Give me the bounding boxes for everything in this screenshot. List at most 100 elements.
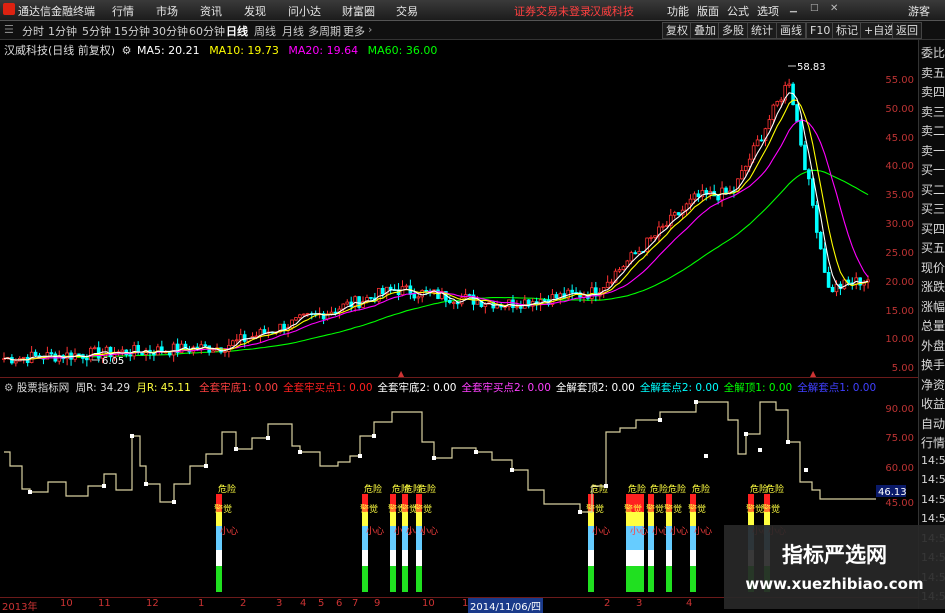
close-icon[interactable]: ✕ [830, 3, 838, 14]
side-panel-item-10[interactable]: 买五 [921, 239, 945, 256]
signal-label-danger: 危险 [218, 483, 236, 495]
side-panel-item-18[interactable]: 收益 [921, 395, 945, 412]
indicator-dot [694, 400, 698, 404]
period-5min[interactable]: 5分钟 [82, 23, 111, 39]
button-diejia[interactable]: 叠加 [690, 22, 720, 39]
quote-side-panel[interactable]: 委比卖五卖四卖三卖二卖一买一买二买三买四买五现价涨跌涨幅总量外盘换手净资收益自动… [918, 40, 945, 609]
period-daily[interactable]: 日线 [226, 23, 248, 39]
main-chart-title[interactable]: 汉威科技(日线 前复权) [4, 44, 115, 57]
guest-label[interactable]: 游客 [908, 3, 930, 19]
side-panel-item-9[interactable]: 买四 [921, 220, 945, 237]
chevron-right-icon[interactable]: › [368, 23, 372, 36]
period-30min[interactable]: 30分钟 [152, 23, 188, 39]
side-panel-item-0[interactable]: 委比 [921, 44, 945, 61]
side-panel-item-8[interactable]: 买三 [921, 200, 945, 217]
menu-item-hangqing[interactable]: 行情 [112, 3, 134, 19]
period-monthly[interactable]: 月线 [282, 23, 304, 39]
side-panel-item-11[interactable]: 现价 [921, 259, 945, 276]
candle-body [807, 169, 811, 180]
price-y-axis: 55.00 50.00 45.00 40.00 35.00 30.00 25.0… [884, 58, 918, 378]
price-chart[interactable]: 58.83 6.05 ▲ ▲ [0, 58, 918, 378]
menu-item-xuanxiang[interactable]: 选项 [757, 3, 779, 19]
signal-green-bar [666, 566, 672, 592]
signal-label-alert: 警觉 [414, 503, 432, 515]
period-multi[interactable]: 多周期 [308, 23, 341, 39]
menu-item-faxian[interactable]: 发现 [244, 3, 266, 19]
indicator-title[interactable]: 股票指标网 [17, 382, 70, 394]
y-tick-15: 15.00 [885, 306, 914, 317]
indicator-dot [758, 448, 762, 452]
side-panel-item-6[interactable]: 买一 [921, 161, 945, 178]
candle-body [716, 195, 720, 201]
side-panel-item-1[interactable]: 卖五 [921, 64, 945, 81]
side-panel-item-15[interactable]: 外盘 [921, 337, 945, 354]
candle-body [688, 198, 693, 205]
candle-body [420, 290, 425, 298]
login-notice[interactable]: 证券交易未登录 [514, 3, 591, 19]
menu-item-gongneng[interactable]: 功能 [667, 3, 689, 19]
x-label-11a: 11 [98, 598, 111, 609]
period-more[interactable]: 更多 [343, 23, 365, 39]
button-biaoji[interactable]: 标记 [832, 22, 862, 39]
button-duogu[interactable]: 多股 [718, 22, 748, 39]
button-back[interactable]: 返回 [892, 22, 922, 39]
menu-item-zixun[interactable]: 资讯 [200, 3, 222, 19]
side-panel-item-22[interactable]: 14:5 [921, 473, 945, 486]
side-panel-item-16[interactable]: 换手 [921, 356, 945, 373]
signal-label-caution: 小心 [592, 526, 610, 537]
period-60min[interactable]: 60分钟 [189, 23, 225, 39]
period-1min[interactable]: 1分钟 [48, 23, 77, 39]
candle-body [128, 354, 133, 357]
side-panel-item-19[interactable]: 自动 [921, 415, 945, 432]
side-panel-item-3[interactable]: 卖三 [921, 103, 945, 120]
indicator-dot [704, 454, 708, 458]
side-panel-item-17[interactable]: 净资 [921, 376, 945, 393]
menu-bar: 通达信金融终端 行情 市场 资讯 发现 问小达 财富圈 交易 证券交易未登录 汉… [0, 0, 945, 21]
signal-label-alert: 警觉 [586, 503, 604, 515]
y-tick-35: 35.00 [885, 190, 914, 201]
side-panel-item-7[interactable]: 买二 [921, 181, 945, 198]
side-panel-item-23[interactable]: 14:5 [921, 493, 945, 506]
candle-body [223, 350, 227, 353]
side-panel-item-2[interactable]: 卖四 [921, 83, 945, 100]
period-15min[interactable]: 15分钟 [114, 23, 150, 39]
side-panel-item-20[interactable]: 行情 [921, 434, 945, 451]
menu-item-caifuquan[interactable]: 财富圈 [342, 3, 375, 19]
y-tick-30: 30.00 [885, 219, 914, 230]
side-panel-item-4[interactable]: 卖二 [921, 122, 945, 139]
indicator-dot [604, 484, 608, 488]
period-menu-icon[interactable]: ☰ [4, 23, 14, 36]
minimize-button[interactable]: ▁ [790, 3, 797, 13]
settings-gear-icon[interactable]: ⚙ [122, 44, 132, 57]
signal-green-bar [216, 566, 222, 592]
ma60-line [3, 169, 869, 361]
signal-green-bar [390, 566, 396, 592]
maximize-button[interactable]: □ [810, 3, 819, 13]
menu-item-jiaoyi[interactable]: 交易 [396, 3, 418, 19]
period-fenshi[interactable]: 分时 [22, 23, 44, 39]
side-panel-item-21[interactable]: 14:5 [921, 454, 945, 467]
button-fuquan[interactable]: 复权 [662, 22, 692, 39]
button-f10[interactable]: F10 [806, 22, 835, 39]
menu-item-wenxiaoda[interactable]: 问小达 [288, 3, 321, 19]
period-weekly[interactable]: 周线 [254, 23, 276, 39]
candle-body [570, 289, 574, 293]
side-panel-item-24[interactable]: 14:5 [921, 512, 945, 525]
indicator-item-2: 全套牢底2: 0.00 [377, 382, 457, 394]
side-panel-item-12[interactable]: 涨跌 [921, 278, 945, 295]
signal-label-alert: 警觉 [646, 503, 664, 515]
menu-item-banmian[interactable]: 版面 [697, 3, 719, 19]
indicator-gear-icon[interactable]: ⚙ [4, 382, 13, 394]
side-panel-item-5[interactable]: 卖一 [921, 142, 945, 159]
indicator-step-line [4, 401, 876, 513]
menu-item-gongshi[interactable]: 公式 [727, 3, 749, 19]
candle-body [755, 139, 760, 147]
candle-body [89, 347, 93, 361]
menu-item-shichang[interactable]: 市场 [156, 3, 178, 19]
candle-body [475, 300, 480, 305]
side-panel-item-13[interactable]: 涨幅 [921, 298, 945, 315]
button-tongji[interactable]: 统计 [747, 22, 777, 39]
side-panel-item-14[interactable]: 总量 [921, 317, 945, 334]
candle-body [424, 290, 428, 292]
button-huaxian[interactable]: 画线 [776, 22, 806, 39]
